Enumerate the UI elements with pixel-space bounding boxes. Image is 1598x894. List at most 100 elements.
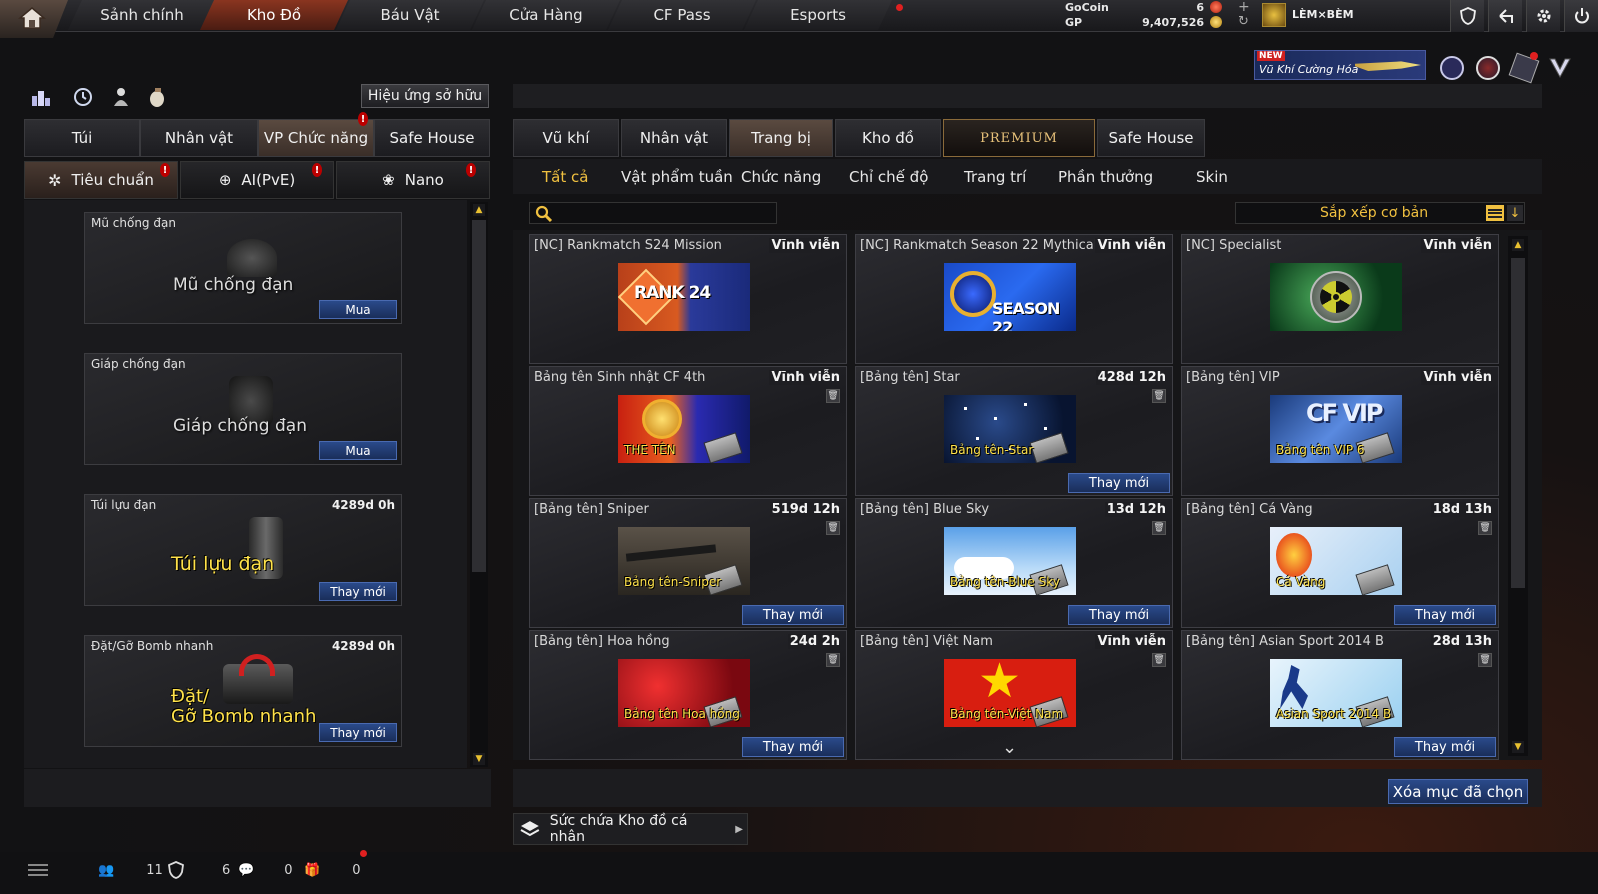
trash-button[interactable]: 🗑 (1152, 521, 1166, 535)
filter-rewards[interactable]: Phần thưởng (1058, 159, 1153, 194)
nav-tab-treasure[interactable]: Báu Vật (336, 0, 484, 30)
alert-badge: ! (466, 163, 476, 177)
left-tab-function-items[interactable]: VP Chức năng (258, 119, 374, 157)
left-tab-bag[interactable]: Túi (24, 119, 140, 157)
grenade-icon (150, 88, 164, 107)
filter-function[interactable]: Chức năng (741, 159, 821, 194)
nametag-icon (703, 432, 743, 463)
item-card[interactable]: Bảng tên Sinh nhật CF 4th Vĩnh viễn 🗑 TH… (529, 366, 847, 496)
event-icon-2[interactable] (1476, 56, 1500, 80)
power-button[interactable] (1564, 0, 1598, 32)
event-icon-4[interactable] (1548, 56, 1572, 80)
home-button[interactable] (0, 0, 68, 38)
menu-button[interactable] (28, 860, 48, 880)
item-card[interactable]: [Bảng tên] Sniper 519d 12h 🗑 Bảng tên-Sn… (529, 498, 847, 628)
left-item-card[interactable]: Túi lựu đạn 4289d 0h Túi lựu đạn Thay mớ… (84, 494, 402, 606)
item-card[interactable]: [Bảng tên] Hoa hồng 24d 2h 🗑 Bảng tên Ho… (529, 630, 847, 760)
nav-tab-esports[interactable]: Esports (744, 0, 892, 30)
nav-tab-inventory[interactable]: Kho Đồ (200, 0, 348, 30)
filter-decoration[interactable]: Trang trí (964, 159, 1026, 194)
settings-button[interactable] (1526, 0, 1560, 32)
scroll-down-arrow[interactable]: ▼ (1512, 741, 1524, 753)
renew-button[interactable]: Thay mới (319, 723, 397, 742)
ranking-button[interactable] (28, 84, 54, 110)
scroll-down-arrow[interactable]: ▼ (473, 753, 485, 765)
trash-button[interactable]: 🗑 (1478, 521, 1492, 535)
trash-button[interactable]: 🗑 (1152, 389, 1166, 403)
history-button[interactable] (70, 84, 96, 110)
item-card[interactable]: [NC] Specialist Vĩnh viễn (1181, 234, 1499, 364)
item-card[interactable]: [NC] Rankmatch Season 22 Mythical Vĩnh v… (855, 234, 1173, 364)
left-tab-safe-house[interactable]: Safe House (374, 119, 490, 157)
owned-effects-button[interactable]: Hiệu ứng sở hữu (361, 84, 489, 108)
trash-button[interactable]: 🗑 (1478, 653, 1492, 667)
right-tab-storage[interactable]: Kho đồ (835, 119, 941, 157)
item-duration: 4289d 0h (331, 498, 395, 512)
nav-tab-shop[interactable]: Cửa Hàng (472, 0, 620, 30)
nav-tab-cf-pass[interactable]: CF Pass (608, 0, 756, 30)
item-card[interactable]: [Bảng tên] Cá Vàng 18d 13h 🗑 Cá Vàng Tha… (1181, 498, 1499, 628)
trash-button[interactable]: 🗑 (826, 521, 840, 535)
storage-capacity-button[interactable]: Sức chứa Kho đồ cá nhân ▶ (513, 813, 748, 845)
filter-mode-only[interactable]: Chỉ chế độ (849, 159, 928, 194)
renew-button[interactable]: Thay mới (1394, 737, 1496, 757)
buy-button[interactable]: Mua (319, 441, 397, 460)
promo-banner[interactable]: NEW Vũ Khí Cường Hóa (1254, 50, 1426, 80)
left-item-card[interactable]: Giáp chống đạn Giáp chống đạn Mua (84, 353, 402, 465)
grenade-button[interactable] (144, 84, 170, 110)
event-icon-1[interactable] (1440, 56, 1464, 80)
right-tab-safe-house[interactable]: Safe House (1097, 119, 1205, 157)
shield-button[interactable] (1450, 0, 1484, 32)
item-card[interactable]: [NC] Rankmatch S24 Mission Vĩnh viễn RAN… (529, 234, 847, 364)
item-card[interactable]: [Bảng tên] Việt Nam Vĩnh viễn 🗑 ★ Bảng t… (855, 630, 1173, 760)
add-currency-icon[interactable]: + (1238, 0, 1250, 15)
search-box[interactable] (529, 202, 777, 224)
scroll-up-arrow[interactable]: ▲ (473, 204, 485, 216)
filter-skin[interactable]: Skin (1196, 159, 1228, 194)
right-tab-premium[interactable]: PREMIUM (943, 119, 1095, 157)
right-tab-weapons[interactable]: Vũ khí (513, 119, 619, 157)
item-duration: Vĩnh viễn (769, 370, 840, 385)
trash-button[interactable]: 🗑 (826, 653, 840, 667)
item-card[interactable]: [Bảng tên] Asian Sport 2014 B 28d 13h 🗑 … (1181, 630, 1499, 760)
left-item-card[interactable]: Đặt/Gỡ Bomb nhanh 4289d 0h Đặt/ Gỡ Bomb … (84, 635, 402, 747)
buy-button[interactable]: Mua (319, 300, 397, 319)
filter-all[interactable]: Tất cả (542, 159, 588, 194)
scroll-more-chevron-icon[interactable]: ⌄ (1002, 737, 1017, 758)
messages-counter[interactable]: 💬 0 (238, 860, 292, 880)
item-thumbnail: Asian Sport 2014 B (1270, 659, 1402, 727)
renew-button[interactable]: Thay mới (742, 605, 844, 625)
delete-selected-button[interactable]: Xóa mục đã chọn (1388, 779, 1528, 804)
right-scrollbar-thumb[interactable] (1511, 258, 1525, 588)
search-input[interactable] (556, 204, 772, 222)
item-card[interactable]: [Bảng tên] VIP Vĩnh viễn CF VIP Bảng tên… (1181, 366, 1499, 496)
filter-weekly-items[interactable]: Vật phẩm tuần (621, 159, 733, 194)
left-tab-character[interactable]: Nhân vật (140, 119, 258, 157)
subtab-standard[interactable]: ✲ Tiêu chuẩn (24, 161, 178, 199)
renew-button[interactable]: Thay mới (1394, 605, 1496, 625)
gifts-counter[interactable]: 🎁 0 (304, 860, 360, 880)
renew-button[interactable]: Thay mới (1068, 605, 1170, 625)
left-item-card[interactable]: Mũ chống đạn Mũ chống đạn Mua (84, 212, 402, 324)
item-card[interactable]: [Bảng tên] Blue Sky 13d 12h 🗑 Bảng tên-B… (855, 498, 1173, 628)
sort-dropdown[interactable]: Sắp xếp cơ bản ↓ (1235, 202, 1525, 224)
subtab-ai-pve[interactable]: ⊕ AI(PvE) (180, 161, 334, 199)
left-scrollbar-thumb[interactable] (472, 220, 486, 572)
right-tab-character[interactable]: Nhân vật (621, 119, 727, 157)
renew-button[interactable]: Thay mới (1068, 473, 1170, 493)
character-button[interactable] (108, 84, 134, 110)
trash-button[interactable]: 🗑 (1152, 653, 1166, 667)
clan-counter[interactable]: 6 (168, 860, 230, 880)
friends-counter[interactable]: 👥 11 (98, 860, 163, 880)
exit-button[interactable] (1488, 0, 1522, 32)
refresh-icon[interactable]: ↻ (1238, 14, 1249, 29)
nav-tab-lobby[interactable]: Sảnh chính (68, 0, 216, 30)
list-view-icon[interactable] (1486, 205, 1504, 221)
sort-order-icon[interactable]: ↓ (1507, 205, 1523, 221)
scroll-up-arrow[interactable]: ▲ (1512, 239, 1524, 251)
renew-button[interactable]: Thay mới (742, 737, 844, 757)
trash-button[interactable]: 🗑 (826, 389, 840, 403)
item-card[interactable]: [Bảng tên] Star 428d 12h 🗑 Bảng tên-Star… (855, 366, 1173, 496)
renew-button[interactable]: Thay mới (319, 582, 397, 601)
right-tab-equipment[interactable]: Trang bị (729, 119, 833, 157)
